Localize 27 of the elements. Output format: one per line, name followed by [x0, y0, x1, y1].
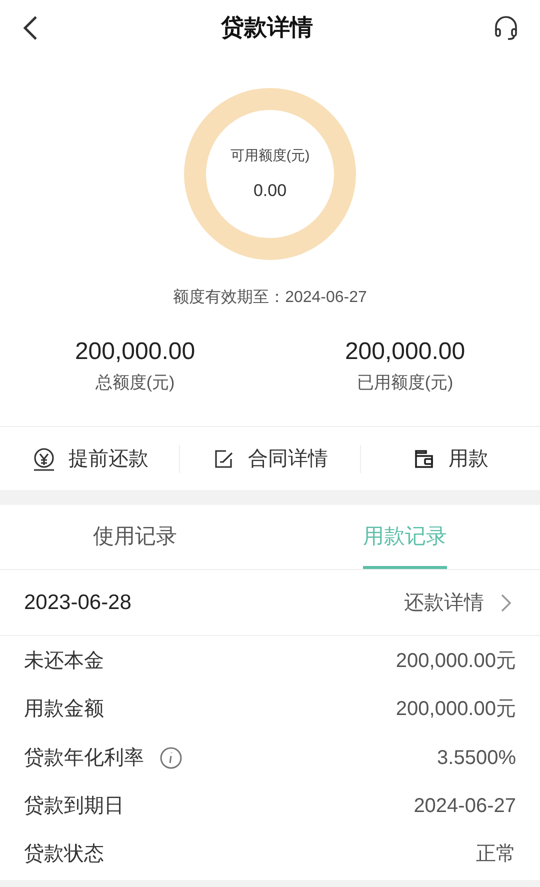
detail-value: 200,000.00元 [396, 697, 516, 722]
chevron-right-icon [500, 592, 512, 612]
detail-label: 用款金额 [24, 697, 104, 722]
action-button[interactable]: 提前还款 [0, 444, 180, 474]
amount-label: 总额度(元) [95, 372, 175, 394]
detail-value: 200,000.00元 [396, 649, 516, 674]
detail-value: 2024-06-27 [414, 794, 516, 820]
record-date: 2023-06-28 [24, 590, 132, 616]
ring-value: 0.00 [253, 180, 287, 202]
page-title: 贷款详情 [221, 13, 313, 42]
amount-label: 已用额度(元) [356, 372, 454, 394]
amount-value: 200,000.00 [74, 338, 196, 366]
repayment-details-link[interactable]: 还款详情 [404, 588, 512, 618]
record-tab[interactable]: 使用记录 [0, 505, 270, 569]
detail-value: 3.5500% [437, 746, 516, 771]
detail-label: 贷款状态 [24, 842, 104, 868]
ring-label: 可用额度(元) [230, 146, 310, 165]
detail-label: 贷款到期日 [24, 794, 124, 820]
detail-value: 正常 [476, 842, 516, 868]
detail-label: 未还本金 [24, 649, 104, 674]
headset-icon[interactable] [492, 14, 520, 42]
info-icon[interactable] [160, 746, 182, 769]
detail-label: 贷款年化利率 [24, 746, 144, 771]
action-button[interactable]: 合同详情 [180, 444, 360, 474]
validity-text: 额度有效期至：2024-06-27 [173, 288, 367, 308]
action-button[interactable]: 用款 [360, 444, 540, 474]
amount-value: 200,000.00 [344, 338, 466, 366]
